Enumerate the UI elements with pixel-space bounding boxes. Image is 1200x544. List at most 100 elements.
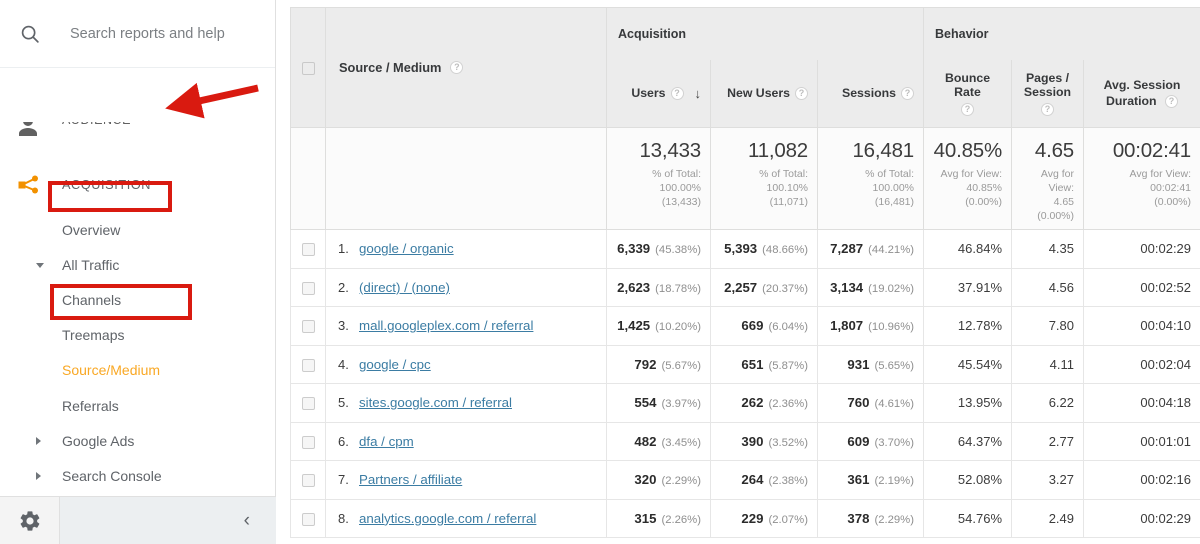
row-select-cell[interactable] (290, 383, 326, 423)
totals-pages-session-value: 4.65 (1034, 139, 1074, 162)
help-icon[interactable]: ? (1165, 95, 1178, 109)
row-select-cell[interactable] (290, 421, 326, 461)
sidebar-item-channels-label: Channels (62, 292, 122, 308)
totals-bounce-rate-value: 40.85% (933, 139, 1003, 162)
column-header-pages-session-line1: Pages / (1025, 70, 1070, 85)
row-checkbox[interactable] (301, 435, 315, 449)
row-select-cell[interactable] (290, 344, 326, 384)
sidebar-item-channels[interactable]: Channels (0, 282, 276, 318)
row-users-cell: 792 (5.67%) (606, 344, 711, 384)
row-checkbox[interactable] (301, 512, 315, 526)
sidebar-section-acquisition[interactable]: ACQUISITION (0, 163, 276, 207)
sidebar-item-all-traffic[interactable]: All Traffic (0, 247, 276, 283)
row-sessions-value: 760 (847, 395, 870, 411)
row-source-link[interactable]: (direct) / (none) (359, 280, 450, 295)
table-row[interactable]: 8. analytics.google.com / referral 315 (2… (290, 498, 1200, 538)
settings-button[interactable] (0, 497, 60, 544)
dimension-header-cell[interactable]: Source / Medium ? (325, 7, 607, 128)
row-avg-duration-cell: 00:02:29 (1082, 229, 1200, 269)
sidebar-item-all-traffic-label: All Traffic (62, 257, 120, 273)
help-icon[interactable]: ? (1041, 102, 1054, 116)
row-sessions-cell: 1,807 (10.96%) (817, 306, 924, 346)
row-users-value: 482 (634, 433, 657, 449)
row-select-cell[interactable] (290, 229, 326, 269)
row-sessions-value: 3,134 (830, 279, 864, 295)
sidebar-item-google-ads[interactable]: Google Ads (0, 423, 276, 459)
column-header-bounce-rate-label: Bounce Rate (944, 70, 991, 99)
select-all-checkbox[interactable] (301, 61, 315, 75)
row-users-value: 320 (634, 472, 657, 488)
sidebar-item-overview[interactable]: Overview (0, 212, 276, 248)
row-source-link[interactable]: google / organic (359, 241, 454, 256)
column-header-pages-session[interactable]: Pages / Session ? (1011, 59, 1084, 128)
totals-pages-session-sub-1: Avg for (1040, 167, 1074, 180)
totals-bounce-rate-sub-3: (0.00%) (965, 195, 1002, 208)
sort-descending-icon[interactable]: ↓ (695, 86, 702, 101)
row-sessions-cell: 7,287 (44.21%) (817, 229, 924, 269)
column-header-users[interactable]: Users ? ↓ (606, 59, 711, 128)
row-new-users-value: 651 (741, 356, 764, 372)
row-checkbox[interactable] (301, 358, 315, 372)
row-source-link[interactable]: google / cpc (359, 357, 431, 372)
row-rank: 5. (338, 395, 349, 411)
acquisition-icon (16, 173, 40, 197)
search-input[interactable] (70, 25, 260, 42)
sidebar-item-treemaps[interactable]: Treemaps (0, 317, 276, 353)
totals-new-users-cell: 11,082 % of Total: 100.10% (11,071) (710, 127, 818, 230)
row-checkbox[interactable] (301, 243, 315, 257)
table-row[interactable]: 7. Partners / affiliate 320 (2.29%) 264 (2… (290, 460, 1200, 500)
help-icon[interactable]: ? (795, 86, 808, 100)
row-select-cell[interactable] (290, 498, 326, 538)
sidebar-section-audience[interactable]: AUDIENCE (0, 122, 276, 136)
column-header-bounce-rate[interactable]: Bounce Rate ? (923, 59, 1012, 128)
column-header-new-users[interactable]: New Users ? (710, 59, 818, 128)
row-select-cell[interactable] (290, 267, 326, 307)
totals-pages-session-sub-4: (0.00%) (1037, 209, 1074, 222)
chevron-right-icon (36, 437, 41, 445)
select-all-cell[interactable] (290, 7, 326, 128)
row-sessions-pct: (19.02%) (868, 282, 914, 295)
row-checkbox[interactable] (301, 320, 315, 334)
row-checkbox[interactable] (301, 397, 315, 411)
row-source-link[interactable]: sites.google.com / referral (359, 395, 512, 410)
row-source-link[interactable]: dfa / cpm (359, 434, 414, 449)
help-icon[interactable]: ? (450, 61, 464, 74)
column-header-sessions[interactable]: Sessions ? (817, 59, 924, 128)
row-pages-session-cell: 2.49 (1011, 498, 1084, 538)
row-users-cell: 554 (3.97%) (606, 383, 711, 423)
row-sessions-cell: 609 (3.70%) (817, 421, 924, 461)
row-checkbox[interactable] (301, 281, 315, 295)
chevron-left-icon: ‹ (243, 510, 250, 531)
sidebar-item-source-medium[interactable]: Source/Medium (0, 352, 276, 388)
help-icon[interactable]: ? (961, 102, 974, 116)
collapse-sidebar-button[interactable]: ‹ (60, 497, 276, 544)
row-pages-session-cell: 3.27 (1011, 460, 1084, 500)
totals-blank-dimension-cell (325, 127, 607, 230)
sidebar-item-referrals[interactable]: Referrals (0, 388, 276, 424)
table-row[interactable]: 4. google / cpc 792 (5.67%) 651 (5.87%) 93… (290, 344, 1200, 384)
row-dimension-cell: 1. google / organic (325, 229, 607, 269)
row-source-link[interactable]: analytics.google.com / referral (359, 511, 536, 526)
row-new-users-cell: 264 (2.38%) (710, 460, 818, 500)
row-source-link[interactable]: Partners / affiliate (359, 472, 462, 487)
row-source-link[interactable]: mall.googleplex.com / referral (359, 318, 533, 333)
row-select-cell[interactable] (290, 460, 326, 500)
column-header-avg-session-duration[interactable]: Avg. Session Duration ? (1082, 59, 1200, 128)
help-icon[interactable]: ? (901, 86, 914, 100)
sidebar-item-search-console[interactable]: Search Console (0, 458, 276, 494)
row-users-cell: 315 (2.26%) (606, 498, 711, 538)
row-sessions-cell: 760 (4.61%) (817, 383, 924, 423)
row-select-cell[interactable] (290, 306, 326, 346)
column-header-new-users-label: New Users (727, 86, 790, 101)
search-bar[interactable] (0, 0, 275, 68)
row-users-value: 1,425 (617, 318, 651, 334)
help-icon[interactable]: ? (670, 86, 684, 100)
table-row[interactable]: 6. dfa / cpm 482 (3.45%) 390 (3.52%) 609 (3… (290, 421, 1200, 461)
row-new-users-value: 262 (741, 395, 764, 411)
table-row[interactable]: 1. google / organic 6,339 (45.38%) 5,393 (… (290, 229, 1200, 269)
table-row[interactable]: 3. mall.googleplex.com / referral 1,425 (… (290, 306, 1200, 346)
row-checkbox[interactable] (301, 474, 315, 488)
table-row[interactable]: 5. sites.google.com / referral 554 (3.97%… (290, 383, 1200, 423)
table-row[interactable]: 2. (direct) / (none) 2,623 (18.78%) 2,257… (290, 267, 1200, 307)
row-new-users-cell: 669 (6.04%) (710, 306, 818, 346)
